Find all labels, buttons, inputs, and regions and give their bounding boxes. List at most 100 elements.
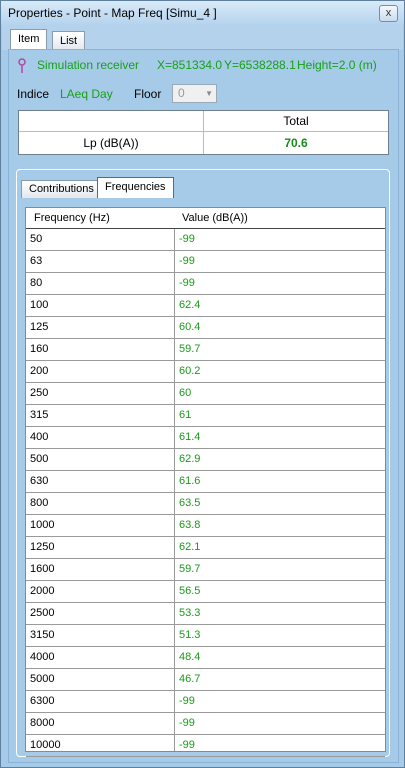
frequency-cell: 50 (30, 233, 43, 245)
frequency-cell: 1000 (30, 519, 55, 531)
frequency-cell: 250 (30, 387, 49, 399)
frequency-cell: 800 (30, 497, 49, 509)
frequency-cell: 160 (30, 343, 49, 355)
value-cell: 61 (179, 409, 192, 421)
value-cell: -99 (179, 739, 195, 751)
tab-frequencies[interactable]: Frequencies (97, 177, 174, 198)
value-cell: 63.5 (179, 497, 201, 509)
value-cell: 60.2 (179, 365, 201, 377)
frequency-cell: 10000 (30, 739, 61, 751)
table-row[interactable]: 800 63.5 (26, 493, 385, 515)
frequency-cell: 2000 (30, 585, 55, 597)
table-row[interactable]: 125 60.4 (26, 317, 385, 339)
table-row[interactable]: 63 -99 (26, 251, 385, 273)
frequency-cell: 630 (30, 475, 49, 487)
table-row[interactable]: 3150 51.3 (26, 625, 385, 647)
lp-total-value: 70.6 (284, 136, 308, 150)
value-cell: 60.4 (179, 321, 201, 333)
frequency-cell: 125 (30, 321, 49, 333)
value-cell: 59.7 (179, 563, 201, 575)
table-row[interactable]: 5000 46.7 (26, 669, 385, 691)
tab-contributions-label: Contributions (29, 183, 94, 195)
table-row[interactable]: 1600 59.7 (26, 559, 385, 581)
frequency-cell: 4000 (30, 651, 55, 663)
column-divider (174, 229, 175, 751)
frequency-cell: 6300 (30, 695, 55, 707)
tab-frequencies-label: Frequencies (105, 181, 166, 193)
close-icon: x (385, 7, 392, 19)
table-row[interactable]: 80 -99 (26, 273, 385, 295)
frequency-table: Frequency (Hz) Value (dB(A)) 50 -99 63 -99 8… (25, 207, 386, 757)
item-panel: Simulation receiver X=851334.0 Y=6538288… (8, 49, 399, 763)
table-row[interactable]: 400 61.4 (26, 427, 385, 449)
table-row[interactable]: 630 61.6 (26, 471, 385, 493)
value-cell: -99 (179, 277, 195, 289)
value-cell: -99 (179, 695, 195, 707)
value-cell: -99 (179, 717, 195, 729)
table-row[interactable]: 2000 56.5 (26, 581, 385, 603)
chevron-down-icon: ▼ (205, 89, 213, 98)
tab-list[interactable]: List (52, 31, 86, 50)
frequency-cell: 2500 (30, 607, 55, 619)
frequency-table-header: Frequency (Hz) Value (dB(A)) (26, 208, 385, 229)
total-table-corner (19, 111, 204, 132)
indice-value[interactable]: LAeq Day (60, 87, 113, 101)
table-row[interactable]: 8000 -99 (26, 713, 385, 735)
value-cell: 62.1 (179, 541, 201, 553)
floor-label: Floor (134, 87, 162, 101)
frequency-cell: 1600 (30, 563, 55, 575)
frequency-cell: 8000 (30, 717, 55, 729)
value-cell: -99 (179, 255, 195, 267)
column-header-frequency[interactable]: Frequency (Hz) (34, 212, 110, 224)
table-row[interactable]: 4000 48.4 (26, 647, 385, 669)
top-tab-strip: Item List (2, 25, 403, 50)
table-row[interactable]: 1250 62.1 (26, 537, 385, 559)
receiver-type: Simulation receiver (37, 58, 140, 72)
value-cell: 53.3 (179, 607, 201, 619)
value-cell: 46.7 (179, 673, 201, 685)
table-row[interactable]: 1000 63.8 (26, 515, 385, 537)
indice-label: Indice (17, 87, 50, 101)
tab-item[interactable]: Item (10, 29, 48, 50)
table-row[interactable]: 6300 -99 (26, 691, 385, 713)
frequency-cell: 200 (30, 365, 49, 377)
value-cell: 61.4 (179, 431, 201, 443)
tab-item-label: Item (18, 33, 40, 45)
lp-row-label: Lp (dB(A)) (19, 132, 204, 154)
receiver-height: Height=2.0 (m) (297, 58, 377, 72)
total-table: Total Lp (dB(A)) 70.6 (18, 110, 389, 155)
frequency-cell: 63 (30, 255, 43, 267)
table-row[interactable]: 50 -99 (26, 229, 385, 251)
table-row[interactable]: 200 60.2 (26, 361, 385, 383)
properties-window: Properties - Point - Map Freq [Simu_4 ] … (0, 0, 405, 768)
value-cell: 59.7 (179, 343, 201, 355)
indice-floor-row: Indice LAeq Day Floor 0 ▼ (17, 84, 397, 106)
tab-list-label: List (60, 35, 78, 47)
table-row[interactable]: 10000 -99 (26, 735, 385, 757)
frequency-cell: 5000 (30, 673, 55, 685)
table-row[interactable]: 500 62.9 (26, 449, 385, 471)
table-row[interactable]: 250 60 (26, 383, 385, 405)
table-row[interactable]: 100 62.4 (26, 295, 385, 317)
value-cell: 51.3 (179, 629, 201, 641)
frequency-cell: 400 (30, 431, 49, 443)
table-row[interactable]: 315 61 (26, 405, 385, 427)
value-cell: 62.9 (179, 453, 201, 465)
receiver-pin-icon (18, 58, 26, 73)
column-header-value[interactable]: Value (dB(A)) (182, 212, 248, 224)
table-row[interactable]: 2500 53.3 (26, 603, 385, 625)
frequency-cell: 80 (30, 277, 43, 289)
value-cell: 60 (179, 387, 192, 399)
total-column-header: Total (204, 111, 388, 132)
frequency-cell: 100 (30, 299, 49, 311)
value-cell: 63.8 (179, 519, 201, 531)
value-cell: 61.6 (179, 475, 201, 487)
frequency-cell: 1250 (30, 541, 55, 553)
tab-contributions[interactable]: Contributions (21, 180, 102, 198)
close-button[interactable]: x (379, 5, 398, 22)
title-bar[interactable]: Properties - Point - Map Freq [Simu_4 ] … (1, 1, 404, 25)
floor-select[interactable]: 0 ▼ (172, 84, 217, 103)
table-row[interactable]: 160 59.7 (26, 339, 385, 361)
receiver-info: Simulation receiver X=851334.0 Y=6538288… (17, 58, 397, 76)
value-cell: 62.4 (179, 299, 201, 311)
